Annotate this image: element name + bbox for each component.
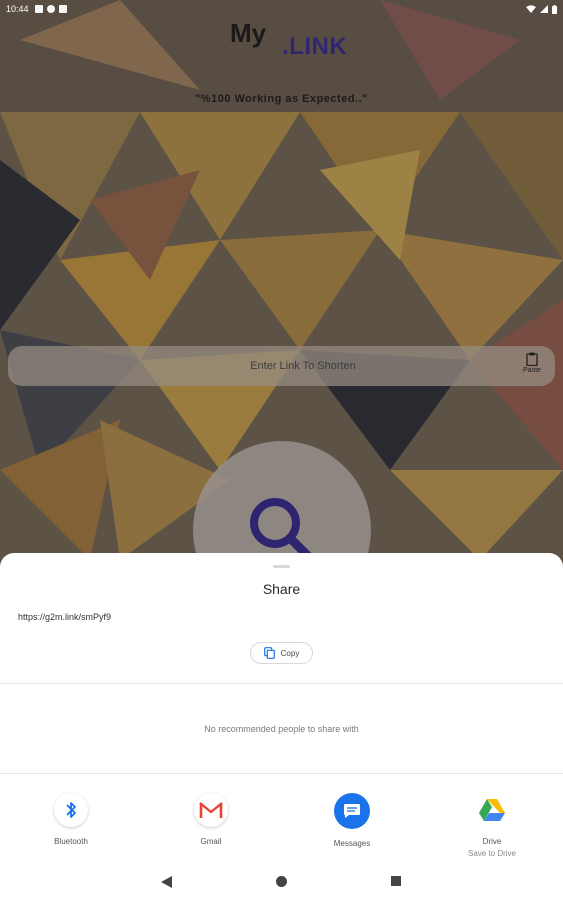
paste-button[interactable]: Paste (519, 352, 545, 382)
app-notification-icon (46, 5, 55, 13)
share-target-label: Bluetooth (54, 837, 88, 846)
status-bar: 10:44 (0, 0, 563, 18)
sd-card-icon (58, 5, 67, 13)
share-target-gmail[interactable]: Gmail (166, 793, 256, 846)
back-icon[interactable] (161, 876, 172, 888)
share-target-drive[interactable]: Drive Save to Drive (447, 793, 537, 858)
status-time: 10:44 (6, 4, 29, 14)
home-icon[interactable] (276, 876, 287, 887)
paste-label: Paste (523, 367, 541, 374)
no-recommendations-text: No recommended people to share with (204, 724, 359, 734)
share-url-text: https://g2m.link/smPyf9 (18, 612, 112, 622)
bluetooth-icon (54, 793, 88, 827)
gmail-icon (194, 793, 228, 827)
battery-icon (552, 4, 557, 14)
notification-icon (34, 5, 43, 13)
wifi-icon (526, 5, 536, 13)
logo-link: .LINK (282, 33, 348, 60)
recents-icon[interactable] (391, 876, 401, 886)
drive-icon (475, 793, 509, 827)
share-target-sublabel: Save to Drive (467, 849, 517, 858)
share-sheet-title: Share (262, 581, 301, 597)
share-target-bluetooth[interactable]: Bluetooth (26, 793, 116, 846)
sheet-divider (0, 773, 563, 774)
logo-my: My (230, 18, 267, 48)
url-input-container: Paste (8, 346, 555, 386)
sheet-divider (0, 683, 563, 684)
copy-label: Copy (280, 648, 300, 658)
signal-icon (540, 5, 548, 13)
share-target-messages[interactable]: Messages (307, 793, 397, 848)
navigation-bar (0, 866, 563, 900)
sheet-drag-handle[interactable] (273, 565, 290, 568)
share-target-label: Drive (482, 837, 502, 846)
tagline: "%100 Working as Expected.." (195, 93, 368, 105)
share-sheet: Share https://g2m.link/smPyf9 Copy No re… (0, 553, 563, 900)
clipboard-icon (526, 352, 538, 366)
share-target-label: Messages (333, 839, 371, 848)
messages-icon (334, 793, 370, 829)
share-target-label: Gmail (200, 837, 222, 846)
url-input[interactable] (8, 346, 508, 386)
copy-button[interactable]: Copy (250, 642, 313, 664)
copy-icon (263, 647, 275, 659)
